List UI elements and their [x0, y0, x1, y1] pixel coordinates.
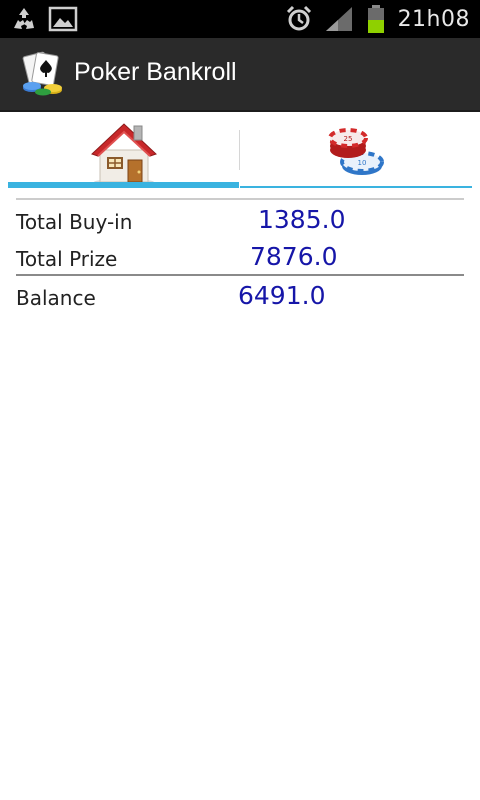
tab-sessions[interactable]: 10 25: [240, 112, 472, 192]
total-buyin-label: Total Buy-in: [16, 210, 133, 234]
balance-value: 6491.0: [238, 281, 326, 310]
balance-row: Balance 6491.0: [16, 276, 464, 313]
status-bar: 21h08: [0, 0, 480, 38]
total-buyin-row: Total Buy-in 1385.0: [16, 200, 464, 237]
app-logo-icon: [20, 50, 66, 96]
svg-text:10: 10: [358, 159, 367, 167]
total-prize-value: 7876.0: [250, 242, 338, 271]
total-buyin-value: 1385.0: [258, 205, 346, 234]
tab-home[interactable]: [8, 112, 239, 192]
image-icon: [48, 6, 78, 32]
tab-sessions-indicator: [240, 186, 472, 188]
total-prize-row: Total Prize 7876.0: [16, 237, 464, 274]
svg-text:25: 25: [344, 135, 353, 143]
signal-icon: [324, 5, 354, 33]
app-title: Poker Bankroll: [74, 58, 237, 86]
tab-home-indicator: [8, 182, 239, 188]
status-time: 21h08: [397, 6, 470, 32]
tab-bar: 10 25: [8, 112, 472, 192]
recycle-icon: [10, 6, 38, 32]
house-icon: [88, 120, 160, 190]
action-bar: Poker Bankroll: [0, 38, 480, 112]
balance-label: Balance: [16, 286, 96, 310]
total-prize-label: Total Prize: [16, 247, 118, 271]
alarm-icon: [286, 5, 312, 33]
battery-icon: [366, 4, 386, 34]
stats-table: Total Buy-in 1385.0 Total Prize 7876.0 B…: [16, 198, 464, 313]
poker-chips-icon: 10 25: [324, 120, 388, 186]
